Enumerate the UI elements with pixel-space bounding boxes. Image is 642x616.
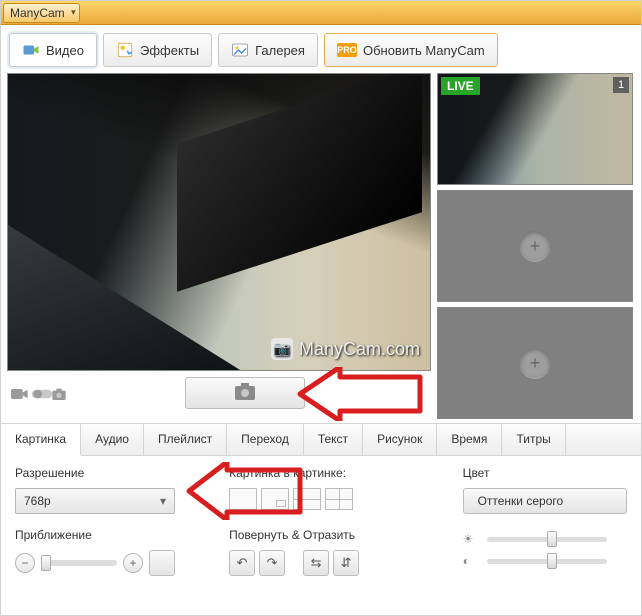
add-source-icon: + (520, 231, 550, 261)
source-slot-1[interactable]: LIVE 1 (437, 73, 633, 185)
color-column: Цвет Оттенки серого ☀ ◐ (463, 466, 627, 576)
camera-small-icon[interactable] (51, 387, 67, 399)
resolution-label: Разрешение (15, 466, 189, 480)
nav-tab-video[interactable]: Видео (9, 33, 97, 67)
main-nav: Видео Эффекты Галерея PRO Обновить ManyC… (1, 25, 641, 67)
nav-tab-update[interactable]: PRO Обновить ManyCam (324, 33, 498, 67)
source-slot-2[interactable]: + (437, 190, 633, 302)
resolution-select[interactable]: 768p (15, 488, 175, 514)
prop-tab-playlist[interactable]: Плейлист (144, 424, 227, 455)
nav-tab-video-label: Видео (46, 43, 84, 58)
pip-column: Картинка в картинке: Повернуть & Отразит… (229, 466, 422, 576)
webcam-feed-image (8, 74, 430, 370)
snapshot-button[interactable] (185, 377, 305, 409)
flip-vertical-button[interactable]: ⇵ (333, 550, 359, 576)
watermark: 📷 ManyCam.com (271, 338, 420, 360)
brightness-slider-thumb[interactable] (547, 531, 557, 547)
preview-controls (7, 371, 431, 415)
zoom-slider-thumb[interactable] (41, 555, 51, 571)
brightness-icon: ☀ (463, 532, 477, 546)
record-video-icon[interactable] (11, 387, 27, 399)
zoom-reset-button[interactable] (149, 550, 175, 576)
zoom-out-button[interactable]: − (15, 553, 35, 573)
source-grid: LIVE 1 + + (437, 73, 633, 419)
manycam-logo-icon: 📷 (271, 338, 293, 360)
prop-tab-drawing[interactable]: Рисунок (363, 424, 437, 455)
settings-panel: Разрешение 768p Приближение − + Картинка… (1, 456, 641, 590)
top-menu-bar: ManyCam (1, 1, 641, 25)
grayscale-button-label: Оттенки серого (478, 494, 564, 508)
rotate-label: Повернуть & Отразить (229, 528, 422, 542)
app-title: ManyCam (10, 6, 65, 20)
pro-badge-icon: PRO (337, 43, 357, 57)
resolution-value: 768p (24, 494, 51, 508)
contrast-icon: ◐ (463, 554, 477, 568)
sparkle-icon (116, 41, 134, 59)
prop-tab-titles-label: Титры (516, 432, 550, 446)
prop-tab-titles[interactable]: Титры (502, 424, 565, 455)
flip-horizontal-button[interactable]: ⇆ (303, 550, 329, 576)
pip-layout-1[interactable] (229, 488, 257, 510)
webcam-icon (22, 41, 40, 59)
property-tabs: Картинка Аудио Плейлист Переход Текст Ри… (1, 423, 641, 456)
prop-tab-transition[interactable]: Переход (227, 424, 304, 455)
prop-tab-audio-label: Аудио (95, 432, 129, 446)
rotate-left-button[interactable]: ↶ (229, 550, 255, 576)
prop-tab-transition-label: Переход (241, 432, 289, 446)
source-index-badge: 1 (613, 77, 629, 93)
nav-tab-effects[interactable]: Эффекты (103, 33, 212, 67)
zoom-control: − + (15, 550, 189, 576)
prop-tab-drawing-label: Рисунок (377, 432, 422, 446)
nav-tab-gallery[interactable]: Галерея (218, 33, 318, 67)
gallery-icon (231, 41, 249, 59)
live-badge: LIVE (441, 77, 480, 95)
prop-tab-playlist-label: Плейлист (158, 432, 212, 446)
prop-tab-time[interactable]: Время (437, 424, 502, 455)
source-slot-3[interactable]: + (437, 307, 633, 419)
pip-layout-2[interactable] (261, 488, 289, 510)
pip-label: Картинка в картинке: (229, 466, 422, 480)
resolution-column: Разрешение 768p Приближение − + (15, 466, 189, 576)
rotate-controls: ↶ ↷ ⇆ ⇵ (229, 550, 422, 576)
prop-tab-time-label: Время (451, 432, 487, 446)
video-preview[interactable]: 📷 ManyCam.com (7, 73, 431, 371)
prop-tab-audio[interactable]: Аудио (81, 424, 144, 455)
nav-tab-effects-label: Эффекты (140, 43, 199, 58)
brightness-slider[interactable] (487, 537, 607, 542)
add-source-icon: + (520, 348, 550, 378)
record-controls (7, 387, 67, 399)
prop-tab-picture-label: Картинка (15, 432, 66, 446)
main-area: 📷 ManyCam.com LIVE 1 + (1, 67, 641, 419)
camera-icon (233, 381, 257, 406)
zoom-slider[interactable] (41, 560, 117, 566)
preview-column: 📷 ManyCam.com (7, 73, 431, 419)
pip-layout-3[interactable] (293, 488, 321, 510)
prop-tab-picture[interactable]: Картинка (1, 424, 81, 456)
zoom-in-button[interactable]: + (123, 553, 143, 573)
pip-layout-4[interactable] (325, 488, 353, 510)
toggle-switch-icon[interactable] (31, 387, 47, 399)
pip-layout-grid (229, 488, 422, 510)
rotate-right-button[interactable]: ↷ (259, 550, 285, 576)
watermark-text: ManyCam.com (299, 339, 420, 360)
contrast-row: ◐ (463, 554, 627, 568)
nav-tab-update-label: Обновить ManyCam (363, 43, 485, 58)
color-label: Цвет (463, 466, 627, 480)
contrast-slider-thumb[interactable] (547, 553, 557, 569)
zoom-label: Приближение (15, 528, 189, 542)
brightness-row: ☀ (463, 532, 627, 546)
prop-tab-text-label: Текст (318, 432, 348, 446)
nav-tab-gallery-label: Галерея (255, 43, 305, 58)
grayscale-button[interactable]: Оттенки серого (463, 488, 627, 514)
app-menu-button[interactable]: ManyCam (3, 3, 80, 23)
prop-tab-text[interactable]: Текст (304, 424, 363, 455)
contrast-slider[interactable] (487, 559, 607, 564)
